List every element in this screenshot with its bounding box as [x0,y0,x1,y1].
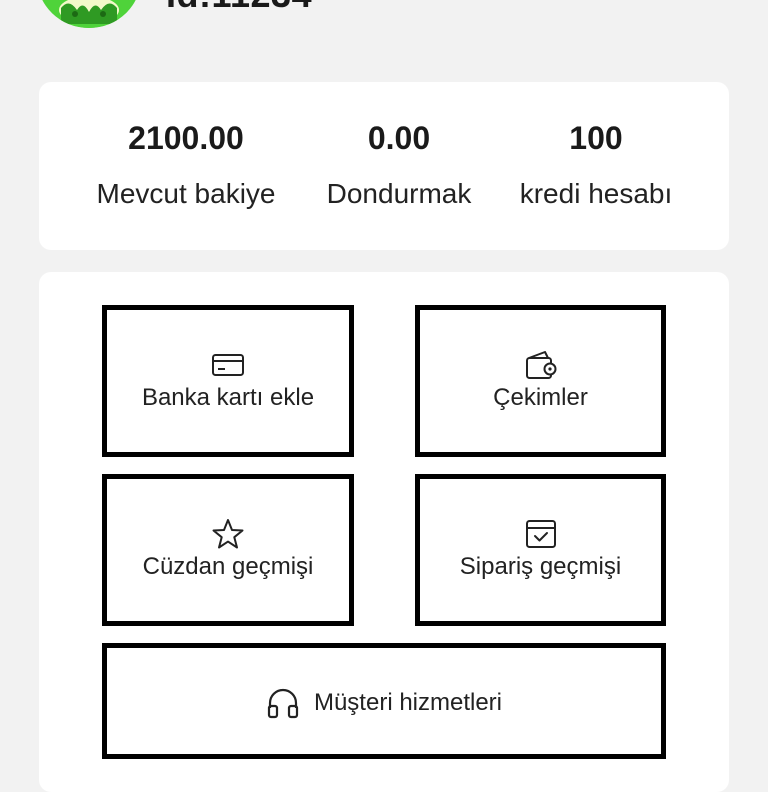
withdrawals-label: Çekimler [493,384,588,411]
avatar[interactable] [37,0,141,28]
credit-card-icon [212,354,244,376]
withdrawals-button[interactable]: Çekimler [415,305,666,457]
headphones-icon [267,688,299,719]
stat-frozen: 0.00 Dondurmak [307,82,491,250]
add-bank-card-button[interactable]: Banka kartı ekle [102,305,354,457]
wallet-history-button[interactable]: Cüzdan geçmişi [102,474,354,626]
actions-card: Banka kartı ekle Çekimler Cüzdan geçmişi… [39,272,729,792]
order-history-button[interactable]: Sipariş geçmişi [415,474,666,626]
calendar-check-icon [525,520,556,548]
stat-available-balance: 2100.00 Mevcut bakiye [69,82,303,250]
balance-summary-card: 2100.00 Mevcut bakiye 0.00 Dondurmak 100… [39,82,729,250]
stat-label: kredi hesabı [519,178,673,209]
add-bank-card-label: Banka kartı ekle [141,384,315,411]
stat-value: 2100.00 [128,120,244,156]
wallet-icon [525,351,556,379]
stat-value: 0.00 [367,120,431,156]
customer-service-label: Müşteri hizmetleri [313,689,503,716]
profile-header: Id:11234 [0,0,768,60]
stat-label: Mevcut bakiye [96,178,276,209]
user-id: Id:11234 [166,0,312,16]
avatar-image [44,0,134,28]
order-history-label: Sipariş geçmişi [459,553,622,580]
stat-credit-account: 100 kredi hesabı [499,82,693,250]
stat-label: Dondurmak [326,178,472,209]
wallet-history-label: Cüzdan geçmişi [142,553,314,580]
stat-value: 100 [569,120,623,156]
star-icon [212,519,244,549]
customer-service-button[interactable]: Müşteri hizmetleri [102,643,666,759]
customer-service-row: Müşteri hizmetleri [107,686,661,720]
